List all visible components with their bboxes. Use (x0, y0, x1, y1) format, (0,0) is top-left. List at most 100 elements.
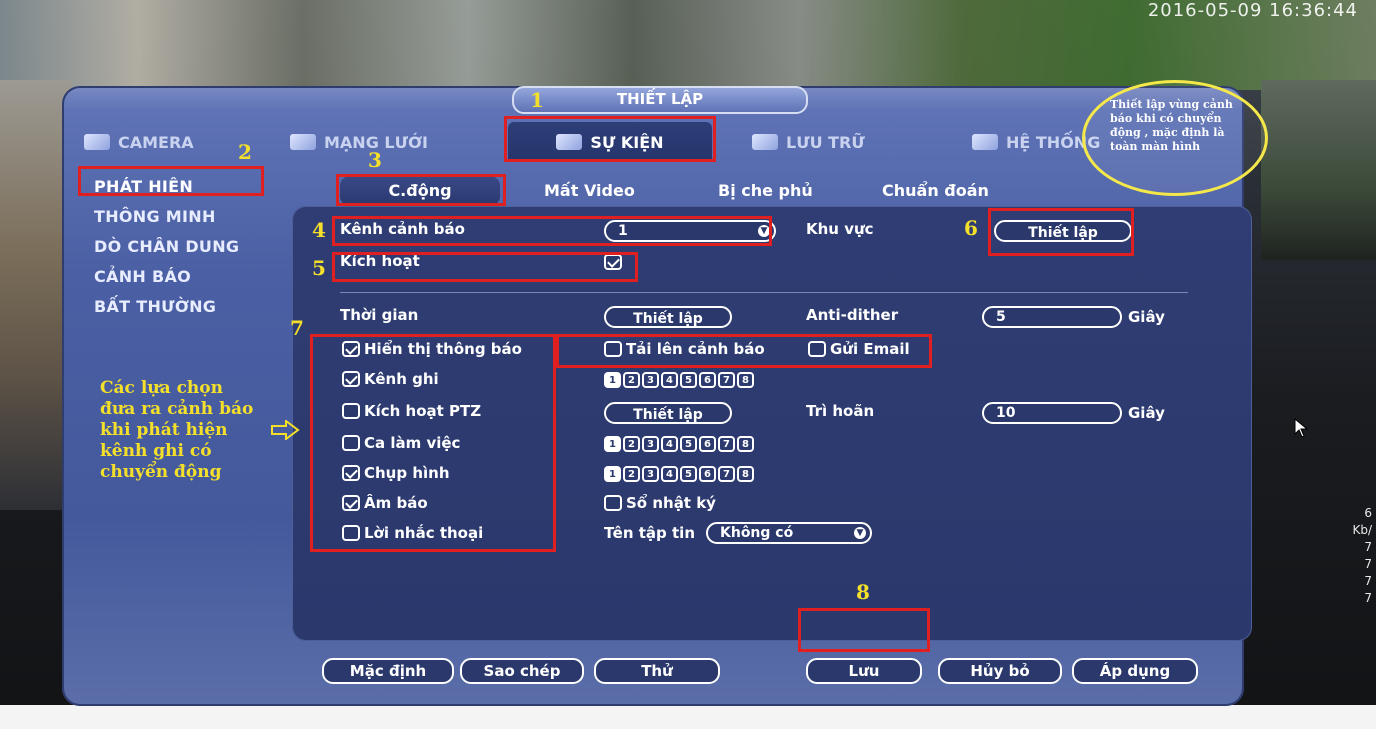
sidebar-item-abnormal[interactable]: BẤT THƯỜNG (94, 292, 284, 322)
sidebar-item-alarm[interactable]: CẢNH BÁO (94, 262, 284, 292)
annotation-number: 4 (312, 218, 326, 242)
channel-toggle[interactable]: 8 (737, 466, 754, 482)
annotation-box-save (798, 608, 930, 652)
channel-toggle[interactable]: 7 (718, 466, 735, 482)
channel-toggle[interactable]: 1 (604, 436, 621, 452)
channel-toggle[interactable]: 5 (680, 466, 697, 482)
sidebar-item-face[interactable]: DÒ CHÂN DUNG (94, 232, 284, 262)
left-note: Các lựa chọn đưa ra cảnh báo khi phát hi… (100, 378, 254, 482)
antidither-input[interactable]: 5 (982, 306, 1122, 328)
annotation-number: 5 (312, 256, 326, 280)
channel-toggle[interactable]: 4 (661, 436, 678, 452)
camera-icon (84, 134, 110, 150)
filename-value: Không có (720, 525, 794, 541)
stat-value: Kb/ (1352, 523, 1372, 537)
channel-toggle[interactable]: 2 (623, 372, 640, 388)
annotation-box-enable (332, 252, 638, 282)
copy-button[interactable]: Sao chép (460, 658, 584, 684)
tab-label: LƯU TRỮ (786, 132, 865, 152)
channel-toggle[interactable]: 1 (604, 466, 621, 482)
sidebar-item-smart[interactable]: THÔNG MINH (94, 202, 284, 232)
stat-value: 7 (1364, 540, 1372, 554)
channel-toggle[interactable]: 1 (604, 372, 621, 388)
region-label: Khu vực (806, 220, 874, 238)
test-button[interactable]: Thử (594, 658, 720, 684)
channel-toggle[interactable]: 2 (623, 466, 640, 482)
channel-toggle[interactable]: 3 (642, 466, 659, 482)
channel-toggle[interactable]: 3 (642, 372, 659, 388)
storage-icon (752, 134, 778, 150)
chevron-down-icon: ▼ (854, 527, 866, 539)
subtab-diagnosis[interactable]: Chuẩn đoán (882, 176, 989, 206)
cancel-button[interactable]: Hủy bỏ (938, 658, 1062, 684)
annotation-box-upload-email (556, 334, 932, 368)
channel-toggle[interactable]: 5 (680, 372, 697, 388)
time-setup-button[interactable]: Thiết lập (604, 306, 732, 328)
bottom-actions: Mặc định Sao chép Thử Lưu Hủy bỏ Áp dụng (62, 658, 1244, 704)
stat-value: 6 (1364, 506, 1372, 520)
delay-unit: Giây (1128, 404, 1165, 422)
filename-label: Tên tập tin (604, 524, 695, 542)
time-label: Thời gian (340, 306, 419, 324)
annotation-box-motion-tab (336, 174, 506, 206)
feed-timestamp: 2016-05-09 16:36:44 (1147, 0, 1358, 21)
tour-channel-selector: 1 2 3 4 5 6 7 8 (604, 436, 754, 452)
annotation-number: 8 (856, 580, 870, 604)
annotation-number: 3 (368, 148, 382, 172)
channel-toggle[interactable]: 7 (718, 372, 735, 388)
antidither-unit: Giây (1128, 308, 1165, 326)
default-button[interactable]: Mặc định (322, 658, 454, 684)
annotation-number: 6 (964, 216, 978, 240)
channel-toggle[interactable]: 4 (661, 372, 678, 388)
stat-value: 7 (1364, 574, 1372, 588)
tab-network[interactable]: MẠNG LƯỚI (290, 122, 490, 162)
tab-camera[interactable]: CAMERA (84, 122, 264, 162)
annotation-box-channel (332, 216, 772, 246)
divider (340, 292, 1188, 293)
channel-toggle[interactable]: 6 (699, 436, 716, 452)
subtab-tampering[interactable]: Bị che phủ (718, 176, 813, 206)
record-channel-selector: 1 2 3 4 5 6 7 8 (604, 372, 754, 388)
annotation-box-event-tab (504, 116, 716, 162)
channel-toggle[interactable]: 6 (699, 466, 716, 482)
log-checkbox[interactable] (604, 495, 622, 511)
callout-text: Thiết lập vùng cảnh báo khi có chuyển độ… (1110, 98, 1233, 153)
apply-button[interactable]: Áp dụng (1072, 658, 1198, 684)
channel-toggle[interactable]: 3 (642, 436, 659, 452)
mouse-cursor-icon (1294, 418, 1308, 438)
arrow-right-icon (271, 420, 300, 440)
network-icon (290, 134, 316, 150)
dialog-title: THIẾT LẬP (512, 86, 808, 114)
channel-toggle[interactable]: 6 (699, 372, 716, 388)
option-label: Sổ nhật ký (626, 494, 716, 512)
annotation-number: 7 (290, 316, 304, 340)
channel-toggle[interactable]: 2 (623, 436, 640, 452)
channel-toggle[interactable]: 7 (718, 436, 735, 452)
delay-label: Trì hoãn (806, 402, 875, 420)
stat-value: 7 (1364, 557, 1372, 571)
save-button[interactable]: Lưu (806, 658, 922, 684)
channel-toggle[interactable]: 8 (737, 436, 754, 452)
ptz-setup-button[interactable]: Thiết lập (604, 402, 732, 424)
system-icon (972, 134, 998, 150)
annotation-box-region (988, 208, 1134, 256)
snapshot-channel-selector: 1 2 3 4 5 6 7 8 (604, 466, 754, 482)
antidither-label: Anti-dither (806, 306, 899, 324)
channel-toggle[interactable]: 5 (680, 436, 697, 452)
channel-toggle[interactable]: 4 (661, 466, 678, 482)
filename-select[interactable]: Không có ▼ (706, 522, 872, 544)
log-option[interactable]: Sổ nhật ký (604, 494, 716, 512)
delay-input[interactable]: 10 (982, 402, 1122, 424)
tab-storage[interactable]: LƯU TRỮ (752, 122, 952, 162)
annotation-box-detect (78, 166, 264, 196)
camera-feed-right (1261, 80, 1376, 260)
subtab-video-loss[interactable]: Mất Video (544, 176, 635, 206)
annotation-box-options (310, 334, 556, 552)
bottom-strip (0, 705, 1376, 729)
tab-label: CAMERA (118, 132, 194, 152)
side-stats: 6 Kb/ 7 7 7 7 (1332, 505, 1372, 607)
stat-value: 7 (1364, 591, 1372, 605)
annotation-number: 2 (238, 140, 252, 164)
channel-toggle[interactable]: 8 (737, 372, 754, 388)
annotation-number: 1 (530, 88, 544, 112)
